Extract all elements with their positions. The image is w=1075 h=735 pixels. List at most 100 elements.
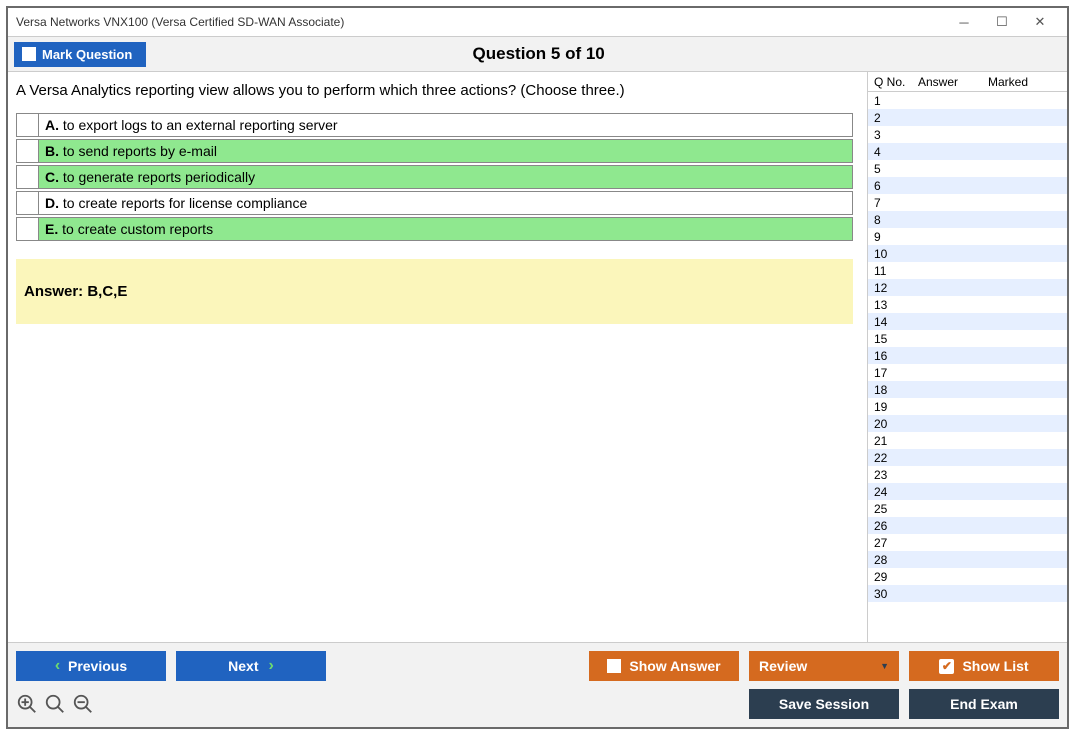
- maximize-icon[interactable]: ☐: [983, 11, 1021, 33]
- list-item[interactable]: 21: [868, 432, 1067, 449]
- save-session-label: Save Session: [779, 696, 869, 712]
- qno: 9: [868, 230, 918, 244]
- chevron-down-icon: ▼: [880, 661, 889, 671]
- list-item[interactable]: 11: [868, 262, 1067, 279]
- option-label: C. to generate reports periodically: [39, 169, 255, 185]
- list-item[interactable]: 19: [868, 398, 1067, 415]
- option-label: B. to send reports by e-mail: [39, 143, 217, 159]
- footer-row-2: Save Session End Exam: [16, 689, 1059, 719]
- zoom-controls: [16, 693, 94, 715]
- show-list-label: Show List: [962, 658, 1028, 674]
- checkbox-icon[interactable]: [17, 114, 39, 136]
- list-item[interactable]: 14: [868, 313, 1067, 330]
- list-item[interactable]: 30: [868, 585, 1067, 602]
- qno: 15: [868, 332, 918, 346]
- list-item[interactable]: 6: [868, 177, 1067, 194]
- answer-option[interactable]: D. to create reports for license complia…: [16, 191, 853, 215]
- show-list-button[interactable]: ✔ Show List: [909, 651, 1059, 681]
- answer-options: A. to export logs to an external reporti…: [16, 113, 853, 241]
- qno: 21: [868, 434, 918, 448]
- answer-option[interactable]: C. to generate reports periodically: [16, 165, 853, 189]
- zoom-icon[interactable]: [44, 693, 66, 715]
- header-bar: Mark Question Question 5 of 10: [8, 36, 1067, 72]
- qno: 18: [868, 383, 918, 397]
- qno: 8: [868, 213, 918, 227]
- col-marked: Marked: [988, 75, 1067, 89]
- qno: 25: [868, 502, 918, 516]
- qno: 22: [868, 451, 918, 465]
- list-item[interactable]: 3: [868, 126, 1067, 143]
- option-label: D. to create reports for license complia…: [39, 195, 307, 211]
- checkbox-icon[interactable]: [17, 218, 39, 240]
- question-counter: Question 5 of 10: [16, 44, 1061, 64]
- list-item[interactable]: 15: [868, 330, 1067, 347]
- qno: 7: [868, 196, 918, 210]
- qno: 12: [868, 281, 918, 295]
- footer-row-1: ‹ Previous Next › Show Answer Review ▼ ✔…: [16, 651, 1059, 681]
- end-exam-button[interactable]: End Exam: [909, 689, 1059, 719]
- list-item[interactable]: 2: [868, 109, 1067, 126]
- qno: 24: [868, 485, 918, 499]
- qno: 11: [868, 264, 918, 278]
- main-area: A Versa Analytics reporting view allows …: [8, 72, 1067, 642]
- list-item[interactable]: 16: [868, 347, 1067, 364]
- qno: 4: [868, 145, 918, 159]
- list-item[interactable]: 20: [868, 415, 1067, 432]
- checkbox-icon[interactable]: [17, 192, 39, 214]
- qno: 2: [868, 111, 918, 125]
- qno: 13: [868, 298, 918, 312]
- qno: 16: [868, 349, 918, 363]
- qno: 28: [868, 553, 918, 567]
- app-window: Versa Networks VNX100 (Versa Certified S…: [6, 6, 1069, 729]
- list-item[interactable]: 4: [868, 143, 1067, 160]
- list-item[interactable]: 17: [868, 364, 1067, 381]
- list-item[interactable]: 26: [868, 517, 1067, 534]
- list-item[interactable]: 7: [868, 194, 1067, 211]
- question-text: A Versa Analytics reporting view allows …: [16, 82, 867, 99]
- end-exam-label: End Exam: [950, 696, 1018, 712]
- chevron-right-icon: ›: [269, 657, 274, 675]
- list-item[interactable]: 9: [868, 228, 1067, 245]
- minimize-icon[interactable]: ─: [945, 11, 983, 33]
- list-item[interactable]: 8: [868, 211, 1067, 228]
- option-label: A. to export logs to an external reporti…: [39, 117, 338, 133]
- list-item[interactable]: 29: [868, 568, 1067, 585]
- answer-option[interactable]: B. to send reports by e-mail: [16, 139, 853, 163]
- checkbox-icon[interactable]: [17, 140, 39, 162]
- footer: ‹ Previous Next › Show Answer Review ▼ ✔…: [8, 642, 1067, 727]
- zoom-out-icon[interactable]: [72, 693, 94, 715]
- show-answer-label: Show Answer: [629, 658, 720, 674]
- close-icon[interactable]: ✕: [1021, 11, 1059, 33]
- list-item[interactable]: 23: [868, 466, 1067, 483]
- checkbox-icon[interactable]: [17, 166, 39, 188]
- list-item[interactable]: 22: [868, 449, 1067, 466]
- list-item[interactable]: 13: [868, 296, 1067, 313]
- list-item[interactable]: 25: [868, 500, 1067, 517]
- answer-option[interactable]: A. to export logs to an external reporti…: [16, 113, 853, 137]
- previous-label: Previous: [68, 658, 127, 674]
- list-item[interactable]: 24: [868, 483, 1067, 500]
- list-item[interactable]: 5: [868, 160, 1067, 177]
- review-button[interactable]: Review ▼: [749, 651, 899, 681]
- list-item[interactable]: 18: [868, 381, 1067, 398]
- qno: 5: [868, 162, 918, 176]
- qno: 17: [868, 366, 918, 380]
- list-item[interactable]: 1: [868, 92, 1067, 109]
- next-label: Next: [228, 658, 258, 674]
- zoom-in-icon[interactable]: [16, 693, 38, 715]
- show-answer-button[interactable]: Show Answer: [589, 651, 739, 681]
- qno: 3: [868, 128, 918, 142]
- qno: 30: [868, 587, 918, 601]
- qno: 27: [868, 536, 918, 550]
- next-button[interactable]: Next ›: [176, 651, 326, 681]
- qno: 26: [868, 519, 918, 533]
- list-item[interactable]: 12: [868, 279, 1067, 296]
- qno: 1: [868, 94, 918, 108]
- previous-button[interactable]: ‹ Previous: [16, 651, 166, 681]
- answer-option[interactable]: E. to create custom reports: [16, 217, 853, 241]
- question-list-body[interactable]: 1234567891011121314151617181920212223242…: [868, 92, 1067, 642]
- list-item[interactable]: 27: [868, 534, 1067, 551]
- list-item[interactable]: 28: [868, 551, 1067, 568]
- save-session-button[interactable]: Save Session: [749, 689, 899, 719]
- list-item[interactable]: 10: [868, 245, 1067, 262]
